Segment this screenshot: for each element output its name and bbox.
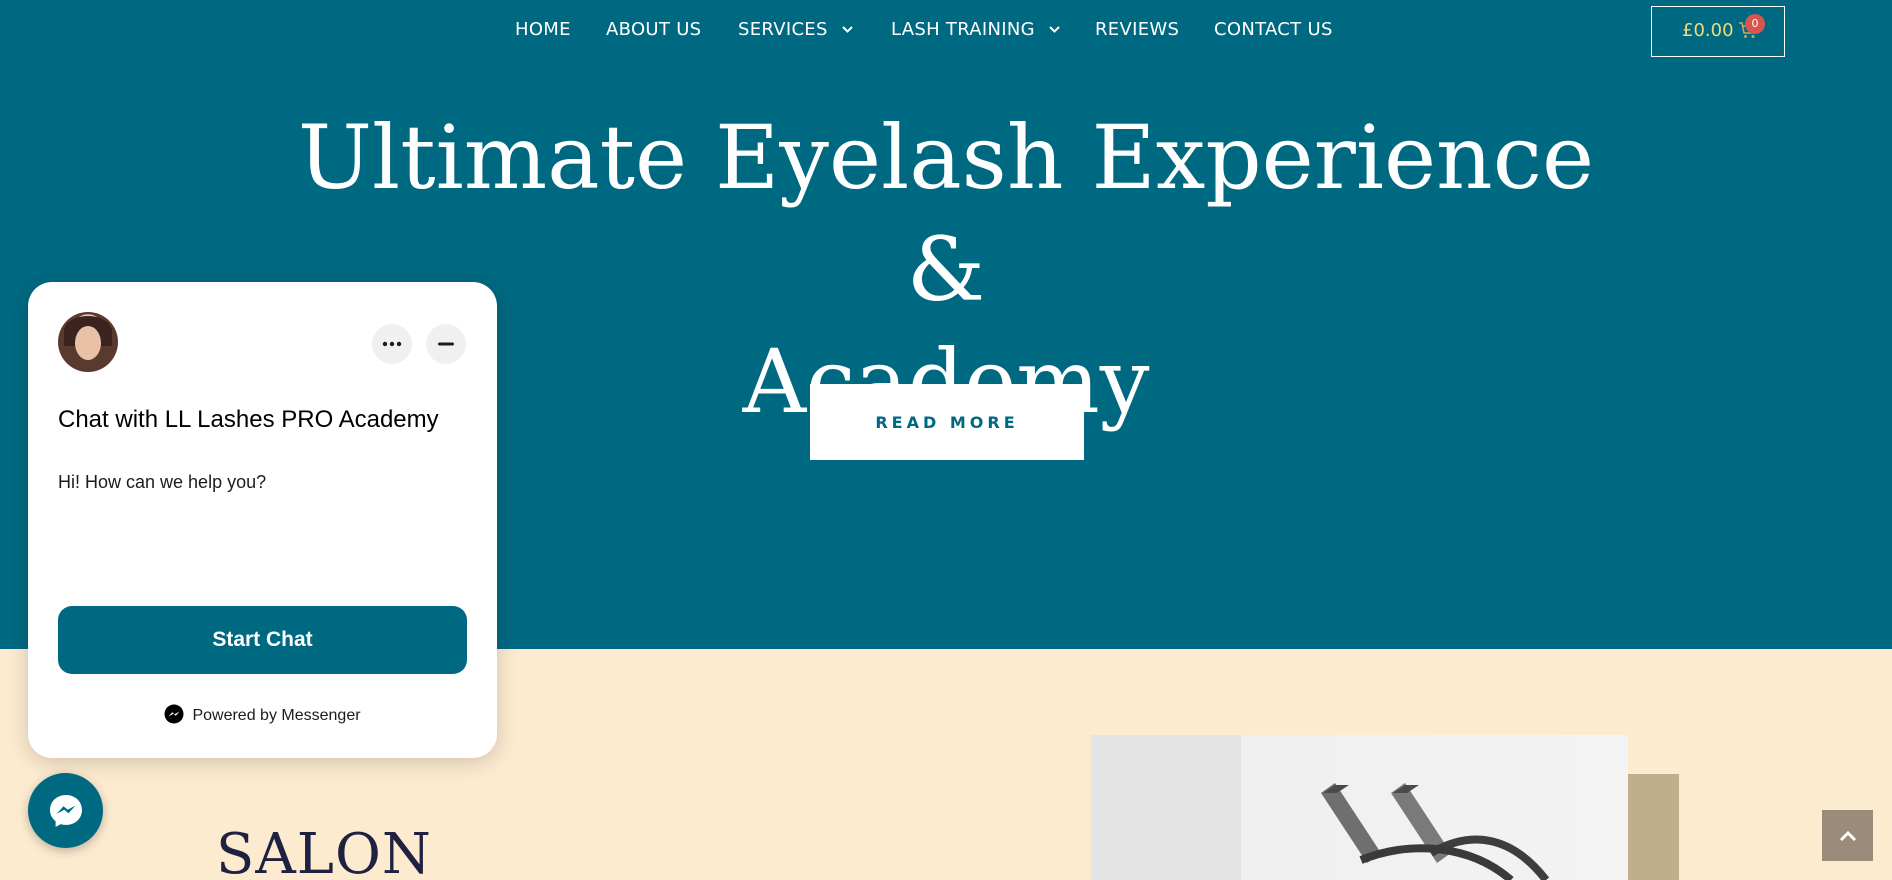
- minimize-icon: [438, 342, 454, 346]
- nav-item-home[interactable]: HOME: [515, 19, 571, 40]
- messenger-launcher-button[interactable]: [28, 773, 103, 848]
- chevron-down-icon: [842, 26, 853, 33]
- messenger-chat-widget: Chat with LL Lashes PRO Academy Hi! How …: [28, 282, 497, 758]
- messenger-icon: [164, 704, 184, 724]
- avatar: [58, 312, 118, 372]
- more-options-icon: [382, 341, 402, 347]
- decorative-tan-block: [1628, 774, 1679, 880]
- cart-amount: £0.00: [1682, 20, 1734, 41]
- avatar-face: [75, 326, 101, 360]
- nav-item-lash-training[interactable]: LASH TRAINING: [891, 19, 1060, 40]
- more-options-button[interactable]: [372, 324, 412, 364]
- start-chat-button[interactable]: Start Chat: [58, 606, 467, 674]
- chat-greeting: Hi! How can we help you?: [58, 472, 267, 492]
- read-more-button[interactable]: READ MORE: [810, 384, 1084, 460]
- nav-item-contact-us[interactable]: CONTACT US: [1214, 19, 1333, 40]
- powered-by-label: Powered by Messenger: [192, 707, 361, 724]
- nav-item-reviews[interactable]: REVIEWS: [1095, 19, 1179, 40]
- lash-bed-illustration: [1321, 783, 1550, 880]
- nav-item-about-us[interactable]: ABOUT US: [606, 19, 701, 40]
- chevron-up-icon: [1839, 830, 1856, 841]
- back-to-top-button[interactable]: [1822, 810, 1873, 861]
- chevron-down-icon: [1049, 26, 1060, 33]
- powered-by-messenger[interactable]: Powered by Messenger: [28, 704, 497, 725]
- messenger-icon: [49, 794, 82, 827]
- minimize-button[interactable]: [426, 324, 466, 364]
- salon-image: [1091, 735, 1628, 880]
- nav-item-services-label: SERVICES: [738, 19, 828, 40]
- chat-title: Chat with LL Lashes PRO Academy: [58, 406, 439, 433]
- salon-heading: SALON: [216, 822, 432, 880]
- nav-item-lash-training-label: LASH TRAINING: [891, 19, 1035, 40]
- cart-count-badge: 0: [1745, 14, 1765, 34]
- cart-button[interactable]: £0.00 0: [1651, 6, 1785, 57]
- main-nav: HOME ABOUT US SERVICES LASH TRAINING REV…: [0, 0, 1892, 60]
- nav-item-services[interactable]: SERVICES: [738, 19, 853, 40]
- hero-title-line-1: Ultimate Eyelash Experience &: [297, 106, 1595, 321]
